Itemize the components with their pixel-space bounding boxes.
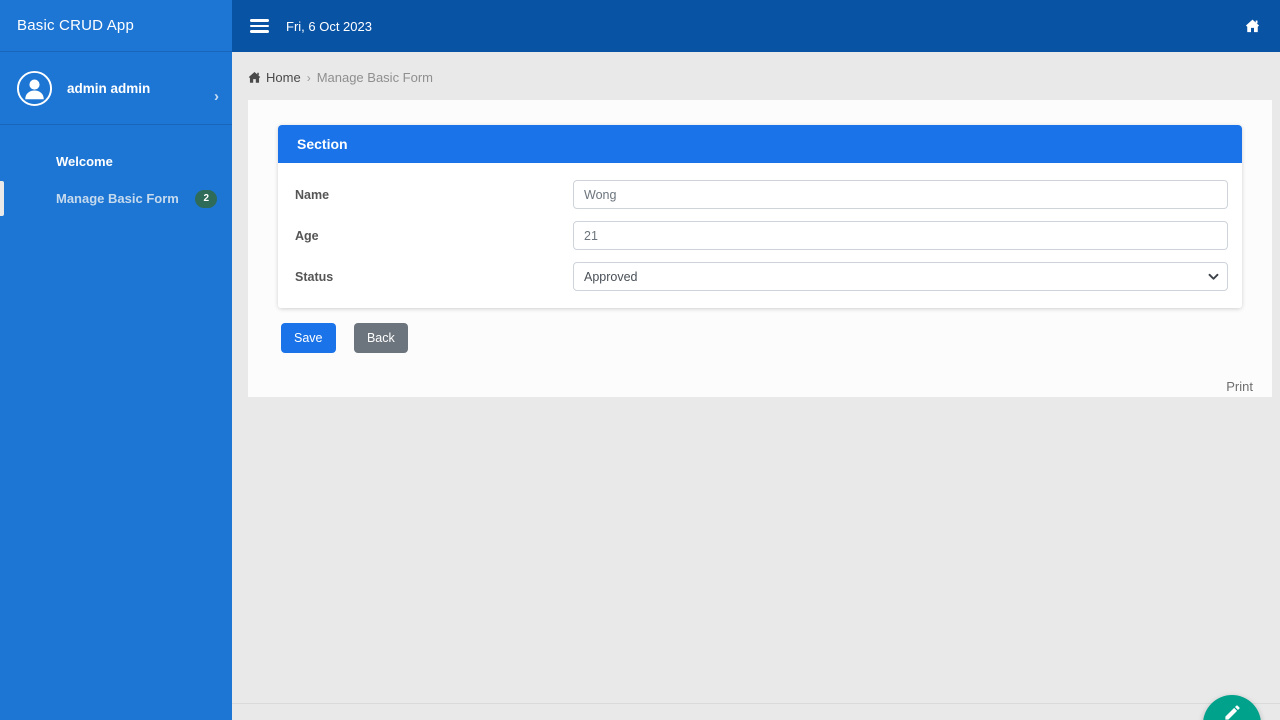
status-label: Status — [295, 269, 334, 284]
active-indicator — [0, 181, 4, 216]
topbar-date: Fri, 6 Oct 2023 — [286, 18, 372, 34]
form-card: Section Name Age Status — [278, 125, 1242, 308]
age-label: Age — [295, 228, 319, 243]
sidebar-item-welcome[interactable]: Welcome — [0, 143, 232, 180]
form-row-name: Name — [295, 180, 1228, 209]
sidebar: Basic CRUD App admin admin › Welcome Man… — [0, 0, 232, 720]
content-area: Home › Manage Basic Form Section Name Ag… — [232, 52, 1280, 720]
form-actions: Save Back — [281, 323, 408, 353]
user-name: admin admin — [67, 80, 151, 96]
app-title: Basic CRUD App — [0, 0, 232, 52]
form-row-status: Status Approved — [295, 262, 1228, 291]
name-field[interactable] — [573, 180, 1228, 209]
back-button[interactable]: Back — [353, 323, 408, 353]
user-panel[interactable]: admin admin › — [0, 52, 232, 125]
age-field[interactable] — [573, 221, 1228, 250]
hamburger-icon[interactable] — [250, 19, 269, 33]
breadcrumb-current: Manage Basic Form — [316, 70, 434, 85]
menu-item-label: Welcome — [56, 154, 113, 169]
name-label: Name — [295, 187, 330, 202]
section-header: Section — [278, 125, 1242, 163]
home-icon[interactable] — [1245, 19, 1260, 34]
save-button[interactable]: Save — [281, 323, 336, 353]
pencil-icon — [1223, 703, 1242, 720]
content-panel: Section Name Age Status — [248, 100, 1272, 397]
status-select[interactable]: Approved — [573, 262, 1228, 291]
sidebar-item-manage-basic-form[interactable]: Manage Basic Form 2 — [0, 180, 232, 217]
breadcrumb: Home › Manage Basic Form — [248, 70, 433, 85]
chevron-right-icon: › — [214, 88, 219, 105]
breadcrumb-home-label: Home — [266, 70, 301, 85]
print-link[interactable]: Print — [1226, 379, 1253, 394]
form-row-age: Age — [295, 221, 1228, 250]
sidebar-menu: Welcome Manage Basic Form 2 — [0, 125, 232, 217]
user-avatar-icon — [16, 70, 53, 107]
home-icon — [248, 71, 261, 84]
status-select-wrap: Approved — [573, 262, 1228, 291]
menu-item-label: Manage Basic Form — [56, 191, 179, 206]
topbar: Fri, 6 Oct 2023 — [232, 0, 1280, 52]
main-area: Fri, 6 Oct 2023 Home › Manage Basic Form… — [232, 0, 1280, 720]
breadcrumb-separator: › — [306, 70, 311, 85]
form-body: Name Age Status Approved — [278, 163, 1242, 308]
count-badge: 2 — [195, 189, 217, 208]
breadcrumb-home-link[interactable]: Home — [248, 70, 301, 85]
footer-divider — [232, 703, 1280, 704]
